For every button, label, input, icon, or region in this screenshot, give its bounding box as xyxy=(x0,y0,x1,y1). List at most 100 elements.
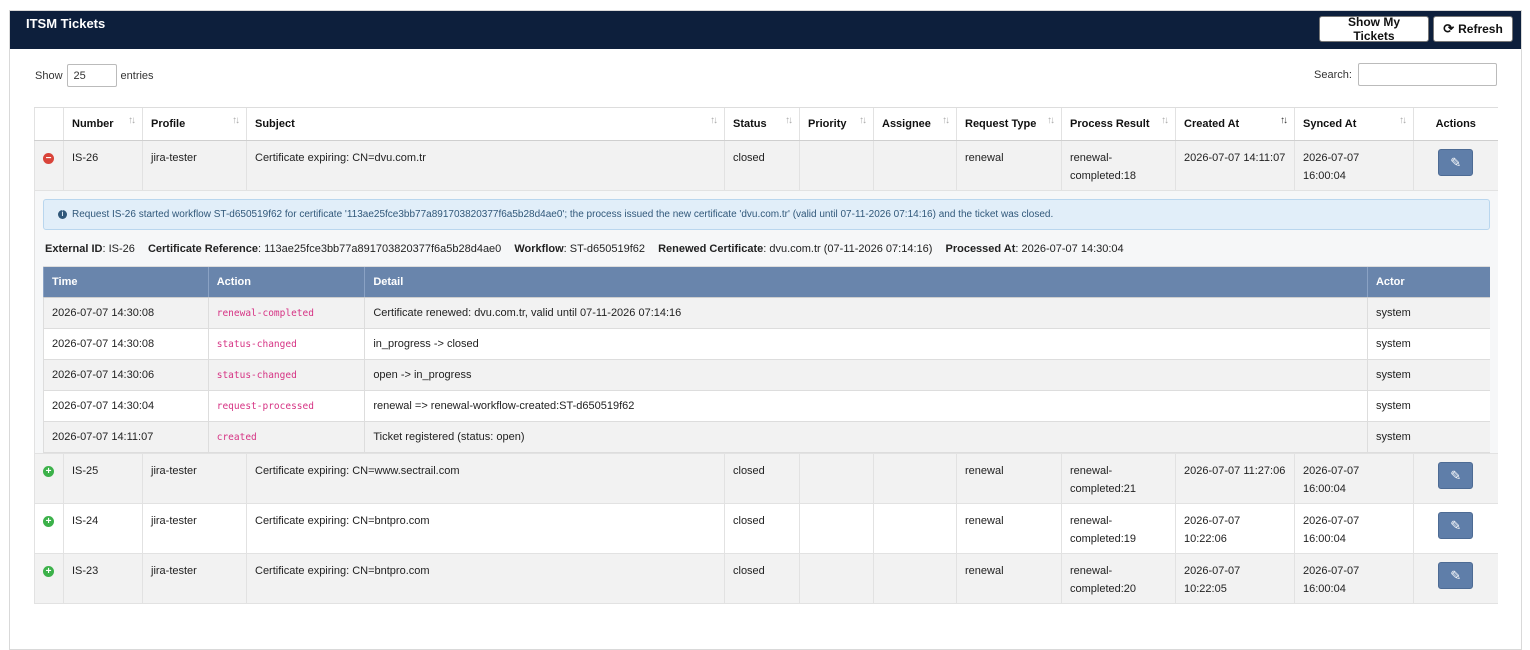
cell-process-result: renewal-completed:18 xyxy=(1061,140,1176,191)
refresh-icon: ⟳ xyxy=(1443,21,1455,36)
renewed-label: Renewed Certificate xyxy=(658,243,764,255)
edit-button[interactable]: ✎ xyxy=(1438,149,1474,176)
cell-profile: jira-tester xyxy=(142,140,247,191)
cell-priority xyxy=(799,140,874,191)
history-action: created xyxy=(207,421,365,453)
cell-subject: Certificate expiring: CN=dvu.com.tr xyxy=(246,140,725,191)
history-detail: Certificate renewed: dvu.com.tr, valid u… xyxy=(364,297,1368,329)
pencil-icon: ✎ xyxy=(1450,467,1462,483)
sort-icon: ↑↓ xyxy=(128,115,136,126)
table-row: − IS-26 jira-tester Certificate expiring… xyxy=(34,140,1498,191)
col-request-type[interactable]: Request Type ↑↓ xyxy=(956,107,1062,141)
sort-icon: ↑↓ xyxy=(232,115,240,126)
panel-header: ITSM Tickets Show My Tickets ⟳ Refresh xyxy=(10,11,1521,49)
col-process-result-label: Process Result xyxy=(1070,118,1150,130)
col-number-label: Number xyxy=(72,118,114,130)
col-actions: Actions xyxy=(1413,107,1498,141)
expand-toggle[interactable]: + xyxy=(34,553,64,604)
processed-label: Processed At xyxy=(945,243,1016,255)
history-detail: in_progress -> closed xyxy=(364,328,1368,360)
info-text: Request IS-26 started workflow ST-d65051… xyxy=(72,208,1054,220)
table-row: + IS-24 jira-tester Certificate expiring… xyxy=(34,503,1498,554)
external-id-label: External ID xyxy=(45,243,103,255)
cell-status: closed xyxy=(724,503,800,554)
col-actions-label: Actions xyxy=(1435,118,1476,130)
workflow-label: Workflow xyxy=(514,243,564,255)
col-created-at[interactable]: Created At ↑↓ xyxy=(1175,107,1295,141)
minus-circle-icon[interactable]: − xyxy=(43,153,54,164)
history-row: 2026-07-07 14:30:08 status-changed in_pr… xyxy=(43,328,1490,360)
cell-priority xyxy=(799,453,874,504)
cell-actions: ✎ xyxy=(1413,553,1498,604)
show-my-tickets-button[interactable]: Show My Tickets xyxy=(1319,15,1429,43)
history-detail: renewal => renewal-workflow-created:ST-d… xyxy=(364,390,1368,422)
plus-circle-icon[interactable]: + xyxy=(43,566,54,577)
cell-created-at: 2026-07-07 11:27:06 xyxy=(1175,453,1295,504)
sort-icon: ↑↓ xyxy=(785,115,793,126)
edit-button[interactable]: ✎ xyxy=(1438,562,1474,589)
cell-number: IS-23 xyxy=(63,553,143,604)
cell-priority xyxy=(799,553,874,604)
col-subject-label: Subject xyxy=(255,118,295,130)
workflow-value: ST-d650519f62 xyxy=(569,243,646,255)
col-priority[interactable]: Priority ↑↓ xyxy=(799,107,874,141)
history-actor: system xyxy=(1366,421,1490,453)
cell-number: IS-24 xyxy=(63,503,143,554)
cell-number: IS-26 xyxy=(63,140,143,191)
edit-button[interactable]: ✎ xyxy=(1438,512,1474,539)
page-length-select[interactable]: 25 xyxy=(66,64,117,87)
col-request-type-label: Request Type xyxy=(965,118,1037,130)
cell-request-type: renewal xyxy=(956,140,1062,191)
sort-icon: ↑↓ xyxy=(1399,115,1407,126)
history-action-code: status-changed xyxy=(216,338,297,350)
col-synced-at[interactable]: Synced At ↑↓ xyxy=(1294,107,1414,141)
cell-status: closed xyxy=(724,453,800,504)
col-subject[interactable]: Subject ↑↓ xyxy=(246,107,725,141)
external-id-value: IS-26 xyxy=(108,243,135,255)
cell-synced-at: 2026-07-07 16:00:04 xyxy=(1294,503,1414,554)
cell-priority xyxy=(799,503,874,554)
cell-created-at: 2026-07-07 10:22:06 xyxy=(1175,503,1295,554)
col-expand xyxy=(34,107,64,141)
cell-assignee xyxy=(873,553,957,604)
cell-subject: Certificate expiring: CN=bntpro.com xyxy=(246,503,725,554)
sort-icon: ↑↓ xyxy=(942,115,950,126)
history-action-code: request-processed xyxy=(216,400,314,412)
history-time: 2026-07-07 14:30:04 xyxy=(43,390,209,422)
cell-profile: jira-tester xyxy=(142,453,247,504)
expand-toggle[interactable]: + xyxy=(34,503,64,554)
history-time: 2026-07-07 14:30:06 xyxy=(43,359,209,391)
history-row: 2026-07-07 14:11:07 created Ticket regis… xyxy=(43,421,1490,453)
edit-button[interactable]: ✎ xyxy=(1438,462,1474,489)
history-action-code: created xyxy=(216,431,257,443)
history-action: status-changed xyxy=(207,328,365,360)
history-actor: system xyxy=(1366,390,1490,422)
cell-actions: ✎ xyxy=(1413,140,1498,191)
table-row: + IS-23 jira-tester Certificate expiring… xyxy=(34,553,1498,604)
expand-toggle[interactable]: + xyxy=(34,453,64,504)
expand-toggle[interactable]: − xyxy=(34,140,64,191)
pencil-icon: ✎ xyxy=(1450,517,1462,533)
col-process-result[interactable]: Process Result ↑↓ xyxy=(1061,107,1176,141)
search-input[interactable] xyxy=(1357,63,1497,86)
cell-profile: jira-tester xyxy=(142,503,247,554)
col-assignee-label: Assignee xyxy=(882,118,931,130)
history-header-row: Time Action Detail Actor xyxy=(43,266,1490,298)
page-title: ITSM Tickets xyxy=(26,16,106,31)
cell-assignee xyxy=(873,140,957,191)
cell-synced-at: 2026-07-07 16:00:04 xyxy=(1294,453,1414,504)
info-circle-icon: i xyxy=(58,210,67,219)
col-status[interactable]: Status ↑↓ xyxy=(724,107,800,141)
table-header-row: Number ↑↓ Profile ↑↓ Subject ↑↓ Status ↑↓ Pr… xyxy=(34,107,1498,141)
plus-circle-icon[interactable]: + xyxy=(43,516,54,527)
refresh-button[interactable]: ⟳ Refresh xyxy=(1433,16,1513,42)
col-synced-at-label: Synced At xyxy=(1303,118,1357,130)
col-assignee[interactable]: Assignee ↑↓ xyxy=(873,107,957,141)
history-action: request-processed xyxy=(207,390,365,422)
plus-circle-icon[interactable]: + xyxy=(43,466,54,477)
col-profile[interactable]: Profile ↑↓ xyxy=(142,107,247,141)
cell-assignee xyxy=(873,453,957,504)
pencil-icon: ✎ xyxy=(1450,154,1462,170)
cell-process-result: renewal-completed:19 xyxy=(1061,503,1176,554)
col-number[interactable]: Number ↑↓ xyxy=(63,107,143,141)
